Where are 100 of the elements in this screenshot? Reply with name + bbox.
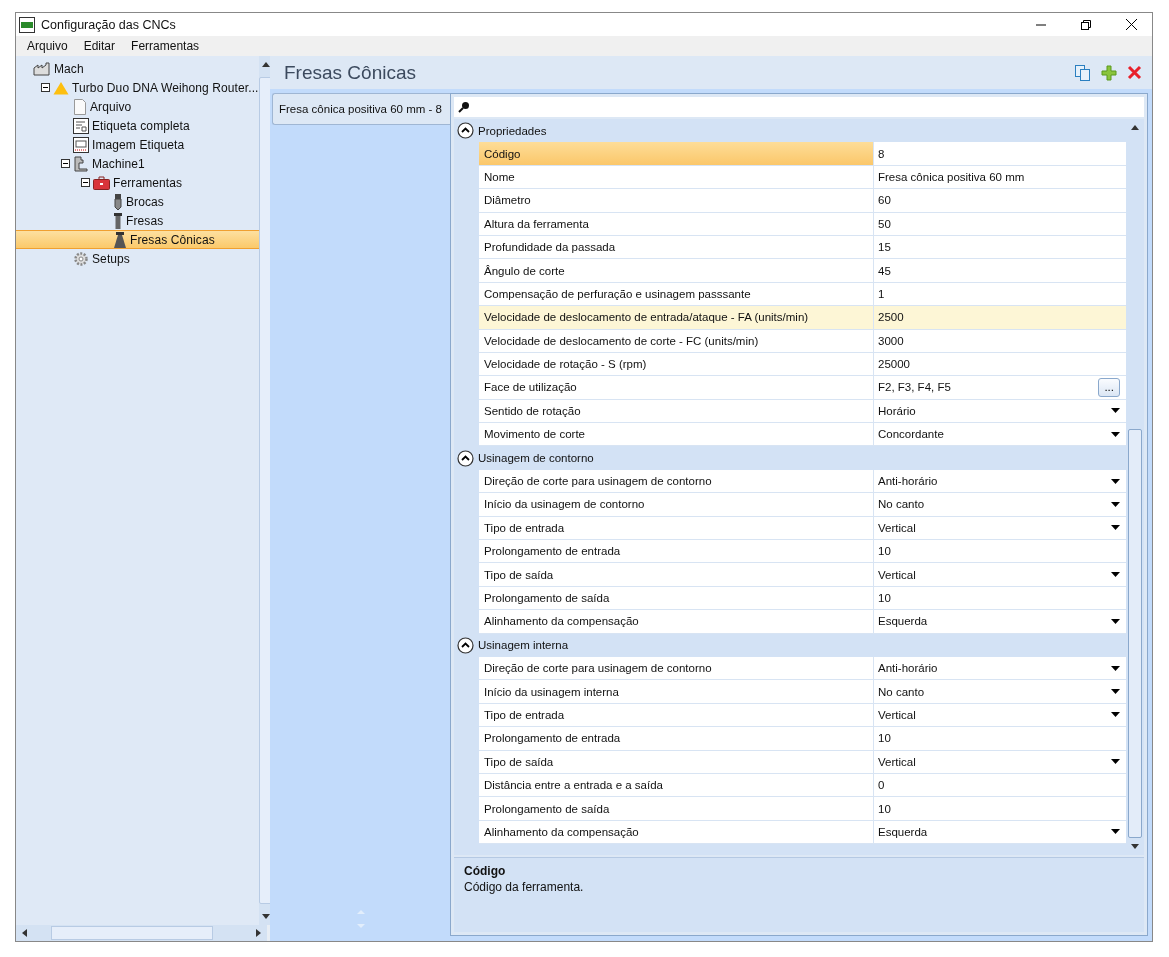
property-value[interactable]: Horário: [878, 404, 916, 417]
collapse-icon[interactable]: [41, 83, 50, 92]
label-icon: [73, 117, 89, 134]
property-name[interactable]: Tipo de entrada: [479, 516, 874, 540]
property-value[interactable]: 10: [878, 802, 891, 815]
property-value[interactable]: F2, F3, F4, F5: [878, 381, 951, 394]
property-value[interactable]: No canto: [878, 498, 925, 511]
dropdown-arrow-icon[interactable]: [1111, 712, 1120, 718]
property-value[interactable]: 1: [878, 287, 885, 300]
copy-icon[interactable]: [1075, 64, 1091, 81]
end-mill-icon: [113, 212, 123, 229]
tree-item[interactable]: Fresas Cônicas: [16, 230, 259, 249]
dropdown-arrow-icon[interactable]: [1111, 501, 1120, 507]
property-value[interactable]: Vertical: [878, 568, 916, 581]
property-value[interactable]: 2500: [878, 311, 904, 324]
machine-icon: [73, 155, 89, 172]
tree-item[interactable]: Machine1: [16, 154, 259, 173]
property-name[interactable]: Prolongamento de saída: [479, 586, 874, 610]
collapse-icon[interactable]: [457, 449, 474, 467]
property-name[interactable]: Altura da ferramenta: [479, 212, 874, 235]
property-name[interactable]: Compensação de perfuração e usinagem passsante: [479, 282, 874, 306]
dropdown-arrow-icon[interactable]: [1111, 665, 1120, 671]
collapse-icon[interactable]: [457, 122, 474, 140]
property-name[interactable]: Código: [479, 142, 874, 165]
property-name[interactable]: Sentido de rotação: [479, 399, 874, 423]
dropdown-arrow-icon[interactable]: [1111, 829, 1120, 835]
collapse-icon[interactable]: [81, 178, 90, 187]
tree-item[interactable]: Imagem Etiqueta: [16, 135, 259, 154]
property-name[interactable]: Direção de corte para usinagem de contorno: [479, 469, 874, 493]
property-name[interactable]: Tipo de saída: [479, 563, 874, 586]
dropdown-arrow-icon[interactable]: [1111, 759, 1120, 765]
property-name[interactable]: Movimento de corte: [479, 423, 874, 446]
property-value[interactable]: 15: [878, 241, 891, 254]
property-value[interactable]: No canto: [878, 685, 925, 698]
dropdown-arrow-icon[interactable]: [1111, 618, 1120, 624]
property-name[interactable]: Profundidade da passada: [479, 235, 874, 259]
close-icon[interactable]: [1126, 19, 1137, 30]
property-value[interactable]: Esquerda: [878, 615, 928, 628]
property-value[interactable]: 50: [878, 217, 891, 230]
property-name[interactable]: Alinhamento da compensação: [479, 610, 874, 633]
property-value[interactable]: 10: [878, 592, 891, 604]
property-value[interactable]: Esquerda: [878, 825, 928, 838]
property-value[interactable]: Fresa cônica positiva 60 mm: [878, 170, 1025, 183]
property-value[interactable]: Anti-horário: [878, 475, 938, 488]
tree-item[interactable]: Fresas: [16, 211, 259, 230]
property-name[interactable]: Distância entre a entrada e a saída: [479, 773, 874, 797]
delete-icon[interactable]: [1127, 65, 1142, 80]
tree-item[interactable]: Setups: [16, 249, 259, 268]
property-value[interactable]: 3000: [878, 334, 904, 347]
property-name[interactable]: Prolongamento de entrada: [479, 540, 874, 563]
collapse-icon[interactable]: [61, 159, 70, 168]
property-value[interactable]: Vertical: [878, 755, 916, 768]
property-value[interactable]: 25000: [878, 358, 910, 371]
property-name[interactable]: Tipo de saída: [479, 750, 874, 773]
tree-item[interactable]: Brocas: [16, 192, 259, 211]
window-title: Configuração das CNCs: [41, 17, 176, 32]
property-value[interactable]: Anti-horário: [878, 662, 938, 675]
horizontal-scrollbar[interactable]: [16, 925, 267, 941]
dropdown-arrow-icon[interactable]: [1111, 478, 1120, 484]
property-value[interactable]: 10: [878, 732, 891, 745]
tree-item[interactable]: Arquivo: [16, 97, 259, 116]
property-name[interactable]: Velocidade de rotação - S (rpm): [479, 352, 874, 376]
property-value[interactable]: Vertical: [878, 521, 916, 534]
restore-icon[interactable]: [1081, 19, 1091, 30]
property-value[interactable]: 10: [878, 545, 891, 558]
dropdown-arrow-icon[interactable]: [1111, 431, 1120, 437]
property-name[interactable]: Início da usinagem de contorno: [479, 493, 874, 516]
menu-item[interactable]: Arquivo: [22, 39, 79, 53]
property-value[interactable]: 45: [878, 264, 891, 277]
tree-item[interactable]: Ferramentas: [16, 173, 259, 192]
property-name[interactable]: Ângulo de corte: [479, 259, 874, 282]
property-name[interactable]: Velocidade de deslocamento de entrada/ataque - FA (units/min): [479, 306, 874, 329]
property-value[interactable]: 0: [878, 779, 885, 792]
property-value[interactable]: 8: [878, 147, 885, 160]
menu-item[interactable]: Editar: [78, 39, 127, 53]
property-name[interactable]: Nome: [479, 165, 874, 189]
tree-item[interactable]: Etiqueta completa: [16, 116, 259, 135]
property-name[interactable]: Tipo de entrada: [479, 703, 874, 727]
property-name[interactable]: Prolongamento de entrada: [479, 727, 874, 750]
property-value[interactable]: Concordante: [878, 428, 944, 441]
property-value[interactable]: Vertical: [878, 708, 916, 721]
property-name[interactable]: Início da usinagem interna: [479, 680, 874, 703]
list-item[interactable]: Fresa cônica positiva 60 mm - 8: [272, 93, 450, 125]
search-field[interactable]: [454, 97, 1144, 117]
dropdown-arrow-icon[interactable]: [1111, 408, 1120, 414]
property-value[interactable]: 60: [878, 194, 891, 207]
tree-item[interactable]: Mach: [16, 59, 259, 78]
dropdown-arrow-icon[interactable]: [1111, 572, 1120, 578]
dropdown-arrow-icon[interactable]: [1111, 525, 1120, 531]
menu-item[interactable]: Ferramentas: [126, 39, 211, 53]
property-name[interactable]: Direção de corte para usinagem de contorno: [479, 657, 874, 680]
collapse-icon[interactable]: [457, 636, 474, 654]
property-name[interactable]: Alinhamento da compensação: [479, 820, 874, 844]
browse-button[interactable]: ...: [1098, 378, 1120, 397]
property-name[interactable]: Velocidade de deslocamento de corte - FC (units/min): [479, 329, 874, 352]
property-name[interactable]: Face de utilização: [479, 376, 874, 399]
property-name[interactable]: Diâmetro: [479, 189, 874, 212]
tree-item[interactable]: Turbo Duo DNA Weihong Router...: [16, 78, 259, 97]
dropdown-arrow-icon[interactable]: [1111, 689, 1120, 695]
property-name[interactable]: Prolongamento de saída: [479, 797, 874, 820]
